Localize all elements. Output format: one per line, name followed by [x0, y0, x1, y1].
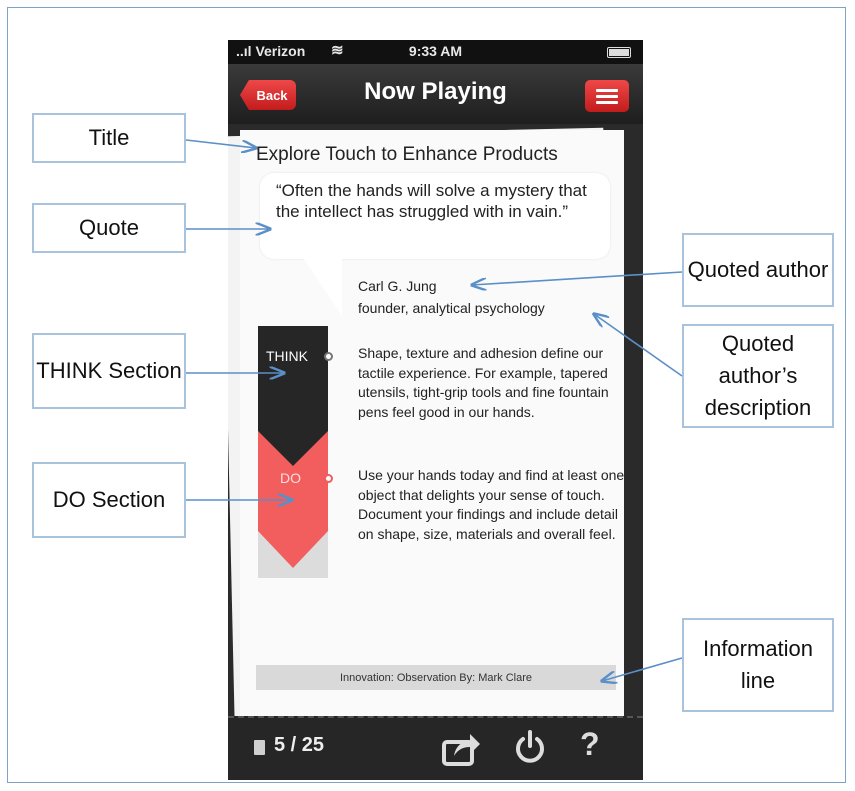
page-title: Now Playing	[364, 78, 507, 105]
menu-button[interactable]	[585, 80, 629, 112]
author-name: Carl G. Jung	[358, 278, 437, 294]
status-bar: ..ıl Verizon ≋ 9:33 AM	[228, 40, 643, 64]
think-text: Shape, texture and adhesion define our t…	[358, 345, 609, 420]
bottom-toolbar: 5 / 25 ?	[228, 716, 643, 780]
callout-title: Title	[32, 113, 186, 163]
phone-screen: ..ıl Verizon ≋ 9:33 AM Back Now Playing …	[228, 40, 643, 780]
callout-think-section: THINK Section	[32, 333, 186, 409]
quote-text: “Often the hands will solve a mystery th…	[276, 181, 587, 221]
nav-bar: Back Now Playing	[228, 64, 643, 124]
page-icon	[254, 740, 265, 755]
do-text: Use your hands today and find at least o…	[358, 467, 625, 542]
callout-information-line: Information line	[682, 618, 834, 712]
share-icon[interactable]	[442, 730, 482, 766]
do-label: DO	[280, 470, 301, 486]
status-time: 9:33 AM	[408, 43, 463, 59]
content-card: Explore Touch to Enhance Products “Often…	[240, 130, 624, 722]
author-description: founder, analytical psychology	[358, 300, 545, 316]
battery-icon	[607, 47, 631, 58]
callout-do-section: DO Section	[32, 462, 186, 538]
think-marker-dot	[324, 352, 333, 361]
card-title: Explore Touch to Enhance Products	[256, 144, 558, 165]
menu-icon	[596, 89, 618, 92]
quote-bubble-tail	[302, 256, 342, 316]
quoted-author: Carl G. Jung founder, analytical psychol…	[358, 275, 545, 319]
callout-quoted-author: Quoted author	[682, 233, 834, 307]
think-label: THINK	[266, 348, 308, 364]
power-icon[interactable]	[514, 730, 546, 764]
information-line: Innovation: Observation By: Mark Clare	[256, 665, 616, 690]
callout-author-description: Quoted author’s description	[682, 324, 834, 428]
page-counter: 5 / 25	[274, 734, 325, 756]
help-icon[interactable]: ?	[580, 726, 600, 763]
callout-quote: Quote	[32, 203, 186, 253]
do-marker-dot	[324, 474, 333, 483]
